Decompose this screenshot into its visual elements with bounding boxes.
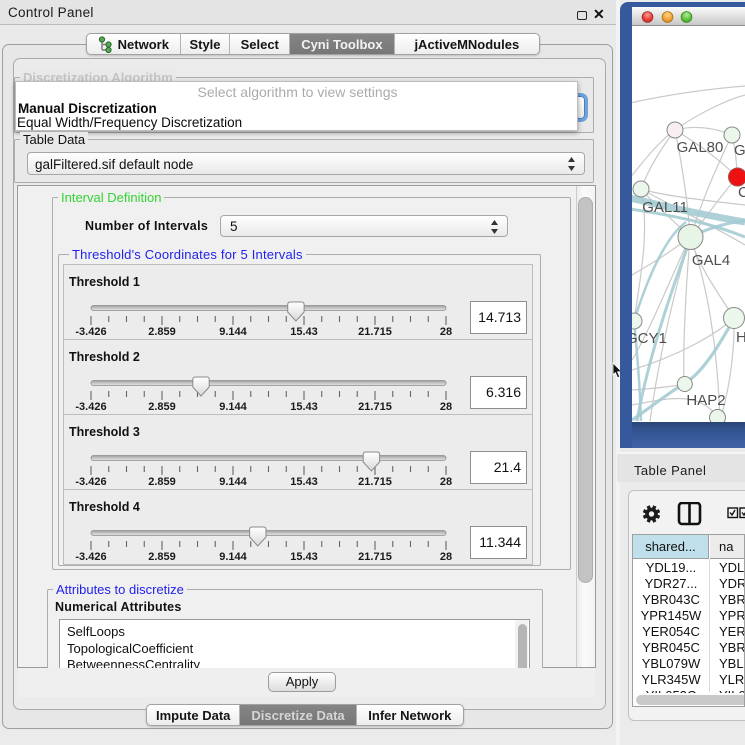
- svg-text:9.144: 9.144: [219, 401, 247, 413]
- svg-text:CO: CO: [738, 184, 745, 201]
- svg-text:GAL11: GAL11: [642, 199, 688, 216]
- svg-text:GAL80: GAL80: [677, 139, 724, 156]
- svg-text:2.859: 2.859: [148, 551, 176, 563]
- svg-text:HI: HI: [736, 329, 745, 346]
- svg-text:15.43: 15.43: [290, 326, 318, 338]
- svg-text:15.43: 15.43: [290, 401, 318, 413]
- svg-text:9.144: 9.144: [219, 476, 247, 488]
- svg-text:GCY1: GCY1: [632, 330, 667, 347]
- svg-text:28: 28: [440, 326, 452, 338]
- svg-text:28: 28: [440, 476, 452, 488]
- svg-text:21.715: 21.715: [358, 401, 392, 413]
- svg-text:-3.426: -3.426: [75, 476, 106, 488]
- svg-text:GAL4: GAL4: [692, 252, 730, 269]
- svg-text:HAP2: HAP2: [686, 392, 725, 409]
- svg-text:-3.426: -3.426: [75, 326, 106, 338]
- svg-text:9.144: 9.144: [219, 326, 247, 338]
- svg-text:15.43: 15.43: [290, 551, 318, 563]
- svg-text:2.859: 2.859: [148, 401, 176, 413]
- svg-text:15.43: 15.43: [290, 476, 318, 488]
- svg-text:28: 28: [440, 551, 452, 563]
- svg-text:-3.426: -3.426: [75, 551, 106, 563]
- svg-text:2.859: 2.859: [148, 326, 176, 338]
- svg-text:9.144: 9.144: [219, 551, 247, 563]
- svg-text:2.859: 2.859: [148, 476, 176, 488]
- svg-text:28: 28: [440, 401, 452, 413]
- svg-text:21.715: 21.715: [358, 551, 392, 563]
- svg-text:21.715: 21.715: [358, 476, 392, 488]
- svg-text:-3.426: -3.426: [75, 401, 106, 413]
- svg-text:GAL: GAL: [734, 142, 745, 159]
- svg-text:21.715: 21.715: [358, 326, 392, 338]
